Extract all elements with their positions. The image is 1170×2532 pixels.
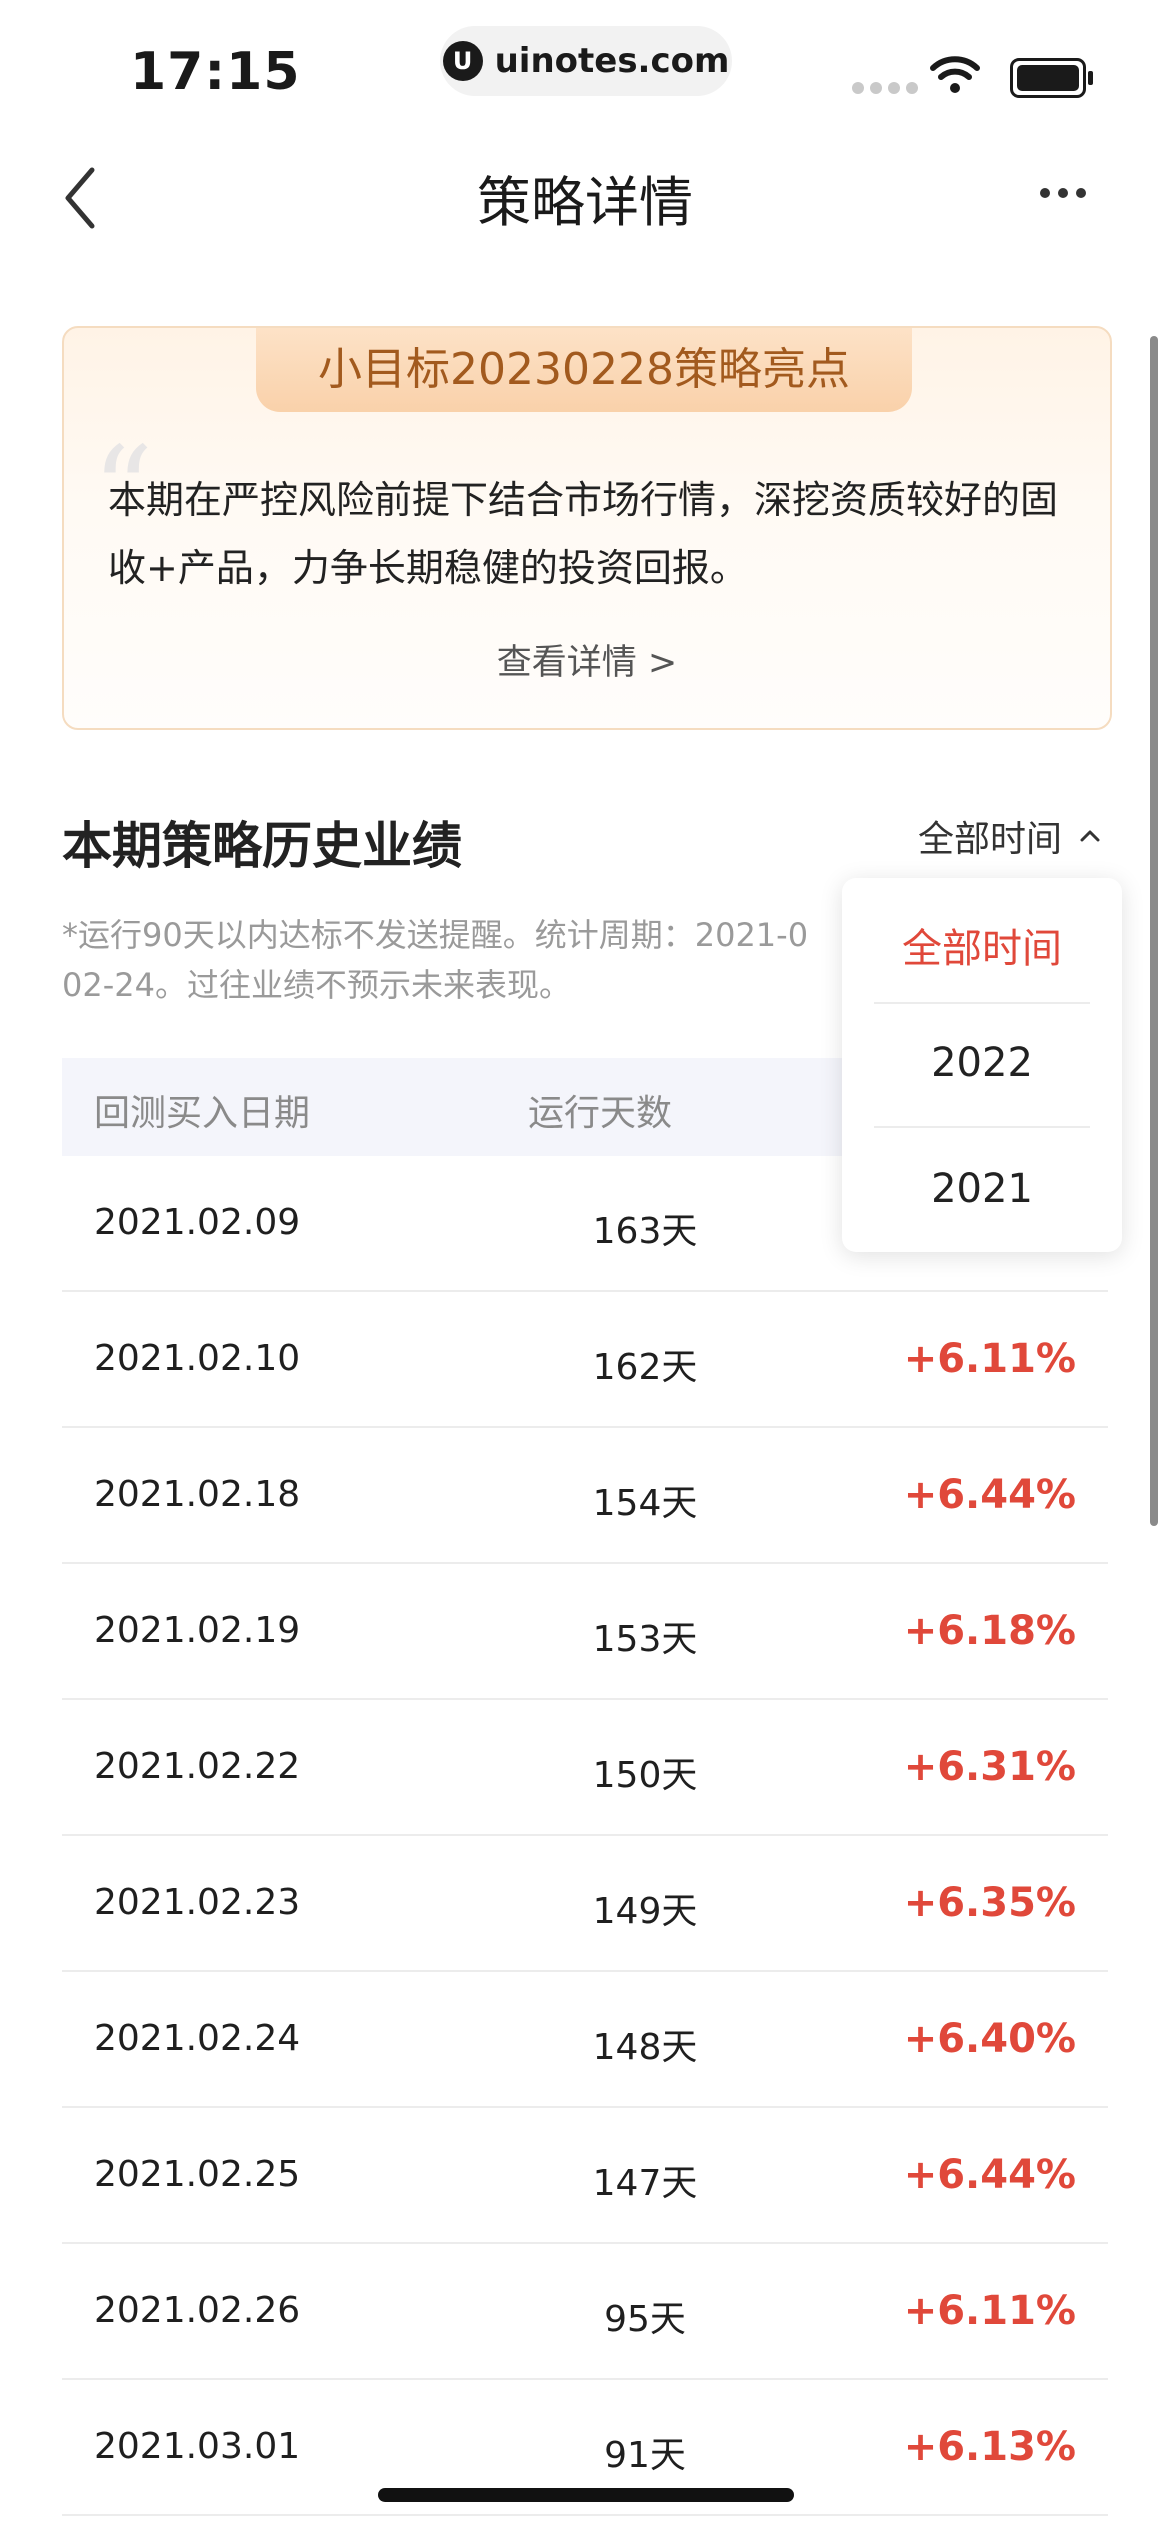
row-date: 2021.02.19 — [94, 1610, 301, 1651]
dropdown-divider — [874, 1002, 1090, 1004]
table-row[interactable]: 2021.02.19 153天 +6.18% — [62, 1564, 1108, 1700]
highlight-badge: 小目标20230228策略亮点 — [256, 328, 912, 412]
home-indicator[interactable] — [378, 2488, 794, 2502]
row-return: +6.44% — [903, 1472, 1076, 1518]
time-filter-label: 全部时间 — [918, 819, 1063, 860]
row-date: 2021.02.26 — [94, 2290, 301, 2331]
status-time: 17:15 — [130, 42, 301, 102]
row-days: 147天 — [592, 2163, 698, 2204]
time-filter-button[interactable]: 全部时间 — [918, 810, 1100, 862]
row-date: 2021.03.01 — [94, 2426, 301, 2467]
nav-bar: 策略详情 — [0, 140, 1170, 260]
disclaimer-line-2: 02-24。过往业绩不预示未来表现。 — [62, 966, 571, 1004]
cellular-signal-icon — [852, 82, 918, 94]
chevron-up-icon — [1080, 830, 1100, 842]
row-return: +6.11% — [903, 1336, 1076, 1382]
row-days: 153天 — [592, 1619, 698, 1660]
scrollbar[interactable] — [1150, 336, 1158, 1526]
row-days: 154天 — [592, 1483, 698, 1524]
table-row[interactable]: 2021.02.23 149天 +6.35% — [62, 1836, 1108, 1972]
dropdown-option-2022[interactable]: 2022 — [874, 1040, 1090, 1086]
site-logo-icon: U — [442, 41, 483, 81]
row-date: 2021.02.18 — [94, 1474, 301, 1515]
row-return: +6.18% — [903, 1608, 1076, 1654]
highlight-card: 小目标20230228策略亮点 “ 本期在严控风险前提下结合市场行情，深挖资质较… — [62, 326, 1112, 730]
row-return: +6.13% — [903, 2424, 1076, 2470]
dropdown-divider — [874, 1126, 1090, 1128]
table-body: 2021.02.09 163天 2021.02.10 162天 +6.11% 2… — [62, 1156, 1108, 2516]
row-return: +6.35% — [903, 1880, 1076, 1926]
battery-icon — [1010, 58, 1093, 98]
table-row[interactable]: 2021.02.18 154天 +6.44% — [62, 1428, 1108, 1564]
row-days: 149天 — [592, 1891, 698, 1932]
row-date: 2021.02.09 — [94, 1202, 301, 1243]
row-days: 148天 — [592, 2027, 698, 2068]
table-row[interactable]: 2021.02.24 148天 +6.40% — [62, 1972, 1108, 2108]
table-row[interactable]: 2021.02.10 162天 +6.11% — [62, 1292, 1108, 1428]
highlight-text: 本期在严控风险前提下结合市场行情，深挖资质较好的固收+产品，力争长期稳健的投资回… — [108, 478, 1059, 590]
table-row[interactable]: 2021.02.25 147天 +6.44% — [62, 2108, 1108, 2244]
row-return: +6.44% — [903, 2152, 1076, 2198]
disclaimer-note: *运行90天以内达标不发送提醒。统计周期：2021-0 02-24。过往业绩不预… — [62, 910, 842, 1014]
row-date: 2021.02.24 — [94, 2018, 301, 2059]
table-row[interactable]: 2021.02.26 95天 +6.11% — [62, 2244, 1108, 2380]
url-text: uinotes.com — [494, 41, 730, 81]
row-return: +6.40% — [903, 2016, 1076, 2062]
row-date: 2021.02.10 — [94, 1338, 301, 1379]
status-bar: 17:15 U uinotes.com — [0, 0, 1170, 130]
time-filter-dropdown: 全部时间 2022 2021 — [842, 878, 1122, 1252]
dropdown-option-2021[interactable]: 2021 — [874, 1166, 1090, 1212]
row-days: 95天 — [604, 2299, 686, 2340]
more-icon[interactable] — [1040, 188, 1086, 198]
header-buy-date: 回测买入日期 — [94, 1093, 311, 1134]
row-days: 150天 — [592, 1755, 698, 1796]
row-return: +6.31% — [903, 1744, 1076, 1790]
header-run-days: 运行天数 — [528, 1093, 673, 1134]
wifi-icon — [930, 56, 980, 93]
view-details-link[interactable]: 查看详情 > — [64, 634, 1110, 685]
dropdown-option-all[interactable]: 全部时间 — [874, 916, 1090, 974]
disclaimer-line-1: *运行90天以内达标不发送提醒。统计周期：2021-0 — [62, 916, 809, 954]
section-title: 本期策略历史业绩 — [62, 817, 462, 875]
row-days: 162天 — [592, 1347, 698, 1388]
row-date: 2021.02.25 — [94, 2154, 301, 2195]
row-return: +6.11% — [903, 2288, 1076, 2334]
row-days: 163天 — [592, 1211, 698, 1252]
row-days: 91天 — [604, 2435, 686, 2476]
url-pill[interactable]: U uinotes.com — [440, 26, 732, 96]
row-date: 2021.02.23 — [94, 1882, 301, 1923]
table-row[interactable]: 2021.02.22 150天 +6.31% — [62, 1700, 1108, 1836]
page-title: 策略详情 — [477, 171, 693, 234]
row-date: 2021.02.22 — [94, 1746, 301, 1787]
